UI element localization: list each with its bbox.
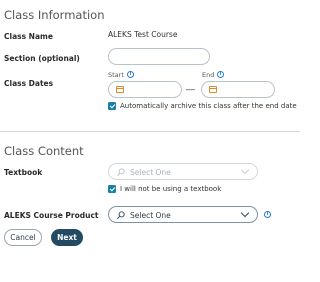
class-information-heading: Class Information xyxy=(4,8,105,22)
start-date-input[interactable] xyxy=(108,81,182,98)
class-name-value: ALEKS Test Course xyxy=(108,30,178,39)
cancel-button[interactable]: Cancel xyxy=(4,229,42,246)
no-textbook-checkbox[interactable] xyxy=(108,185,116,193)
start-info-icon[interactable]: i xyxy=(127,71,134,78)
product-info-icon[interactable]: i xyxy=(264,211,271,218)
archive-checkbox-label: Automatically archive this class after t… xyxy=(120,102,297,110)
chevron-down-icon xyxy=(240,165,250,175)
section-divider xyxy=(0,131,300,132)
end-info-icon[interactable]: i xyxy=(217,71,224,78)
product-placeholder: Select One xyxy=(130,210,171,220)
section-label: Section (optional) xyxy=(4,54,80,63)
product-label: ALEKS Course Product xyxy=(4,211,99,220)
start-date-label: Start xyxy=(108,71,124,79)
chevron-down-icon xyxy=(240,208,250,218)
class-dates-label: Class Dates xyxy=(4,79,54,88)
calendar-icon xyxy=(209,86,217,93)
archive-checkbox[interactable] xyxy=(108,102,116,110)
textbook-placeholder: Select One xyxy=(130,167,171,177)
class-name-label: Class Name xyxy=(4,32,53,41)
class-content-heading: Class Content xyxy=(4,144,84,158)
textbook-select: Select One xyxy=(108,163,258,180)
next-button[interactable]: Next xyxy=(51,229,83,246)
textbook-label: Textbook xyxy=(4,168,43,177)
section-input[interactable] xyxy=(108,48,210,65)
no-textbook-label: I will not be using a textbook xyxy=(120,185,222,193)
date-separator: — xyxy=(186,84,195,94)
product-select[interactable]: Select One xyxy=(108,206,258,223)
end-date-label: End xyxy=(202,71,215,79)
search-icon xyxy=(117,167,125,176)
end-date-input[interactable] xyxy=(201,81,275,98)
calendar-icon xyxy=(116,86,124,93)
search-icon xyxy=(117,210,125,219)
